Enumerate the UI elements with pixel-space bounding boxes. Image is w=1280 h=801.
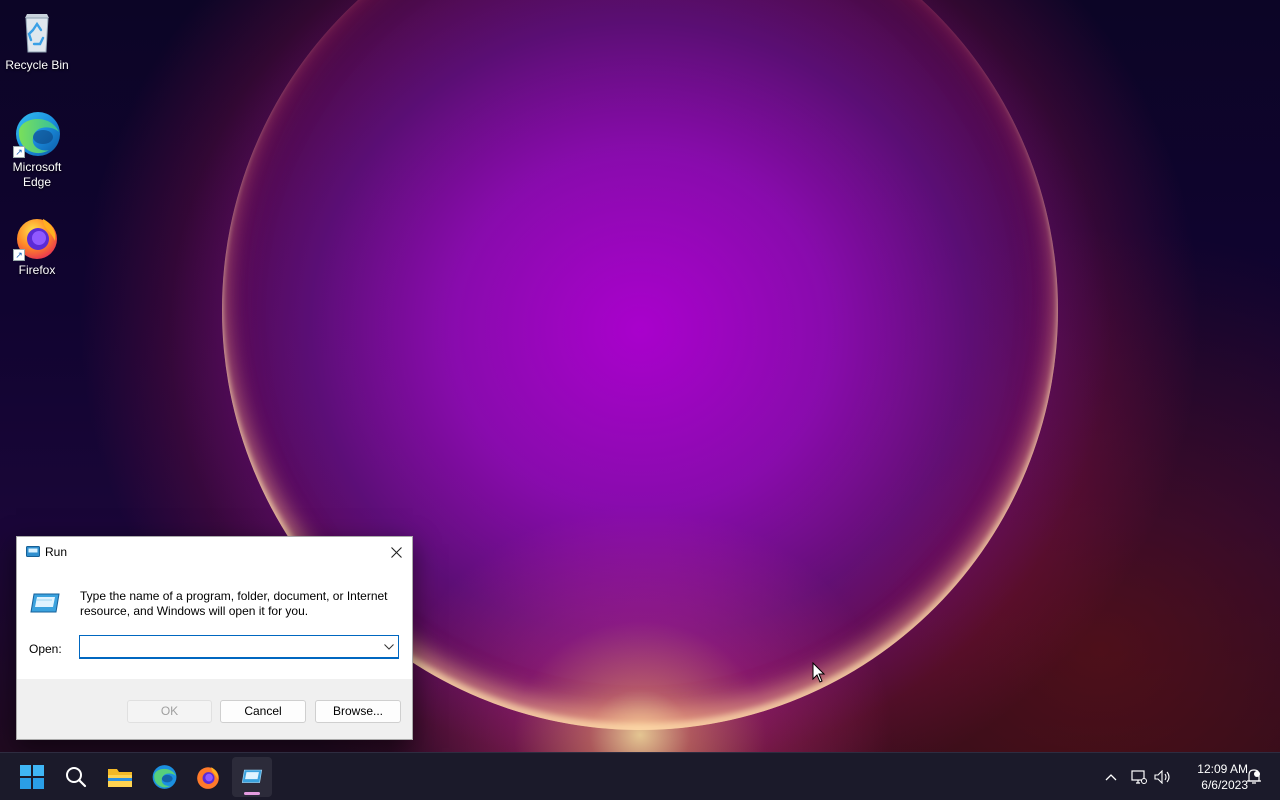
taskbar-search-button[interactable]	[56, 757, 96, 797]
taskbar-firefox[interactable]	[188, 757, 228, 797]
start-icon	[20, 765, 44, 789]
active-indicator	[244, 792, 260, 795]
notification-icon	[1247, 769, 1261, 784]
close-icon	[390, 546, 402, 558]
taskbar-edge[interactable]	[144, 757, 184, 797]
chevron-up-icon	[1105, 774, 1117, 781]
desktop-icon-label: Recycle Bin	[5, 58, 69, 72]
taskbar-file-explorer[interactable]	[100, 757, 140, 797]
shortcut-arrow-icon: ↗	[13, 146, 25, 158]
run-title: Run	[45, 545, 68, 559]
taskbar: 12:09 AM 6/6/2023	[0, 752, 1280, 800]
chevron-down-icon	[384, 644, 394, 650]
taskbar-run[interactable]	[232, 757, 272, 797]
run-title-bar[interactable]: Run	[17, 537, 412, 567]
show-hidden-icons-button[interactable]	[1100, 753, 1122, 801]
volume-button[interactable]	[1152, 753, 1174, 801]
run-body: Type the name of a program, folder, docu…	[17, 567, 412, 679]
recycle-bin-icon	[13, 8, 61, 56]
ok-button[interactable]: OK	[127, 700, 212, 723]
file-explorer-icon	[108, 769, 132, 787]
desktop-icon-firefox[interactable]: ↗ Firefox	[0, 213, 74, 278]
clock-time: 12:09 AM	[1197, 762, 1248, 776]
start-button[interactable]	[12, 757, 52, 797]
open-input[interactable]	[79, 635, 399, 659]
run-icon	[241, 769, 263, 783]
clock-date: 6/6/2023	[1201, 778, 1248, 792]
mouse-cursor-icon	[812, 661, 826, 689]
taskbar-clock[interactable]: 12:09 AM 6/6/2023	[1176, 761, 1248, 793]
desktop-icon-recycle-bin[interactable]: Recycle Bin	[0, 8, 74, 73]
shortcut-arrow-icon: ↗	[13, 249, 25, 261]
volume-icon	[1154, 770, 1170, 784]
desktop-icon-label: Firefox	[18, 263, 56, 277]
run-description: Type the name of a program, folder, docu…	[80, 589, 388, 618]
firefox-icon: ↗	[13, 213, 61, 261]
browse-button[interactable]: Browse...	[315, 700, 401, 723]
cancel-button[interactable]: Cancel	[220, 700, 306, 723]
open-label: Open:	[29, 642, 62, 656]
search-icon	[66, 767, 87, 788]
network-icon	[1131, 770, 1147, 784]
firefox-icon	[197, 767, 219, 789]
run-icon	[26, 545, 40, 557]
notifications-button[interactable]	[1244, 753, 1264, 801]
edge-icon: ↗	[13, 110, 61, 158]
run-program-icon	[30, 591, 60, 617]
run-dialog: Run Type the name of a program, folder, …	[16, 536, 413, 740]
network-button[interactable]	[1128, 753, 1150, 801]
edge-icon	[152, 765, 177, 789]
open-dropdown-button[interactable]	[381, 637, 397, 657]
desktop-icon-edge[interactable]: ↗ Microsoft Edge	[0, 110, 74, 190]
desktop-icon-label: Microsoft Edge	[12, 160, 62, 189]
close-button[interactable]	[380, 537, 412, 567]
